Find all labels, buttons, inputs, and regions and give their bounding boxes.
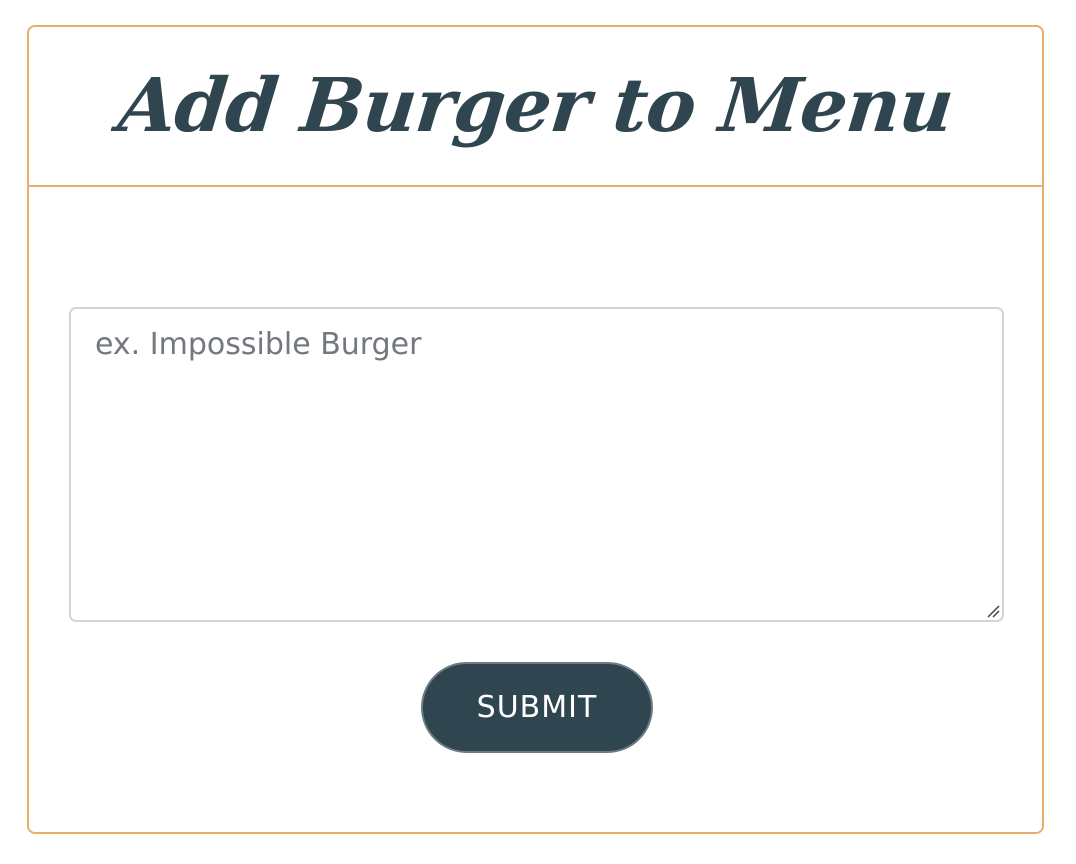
- submit-button[interactable]: SUBMIT: [421, 662, 653, 753]
- card-body: SUBMIT: [29, 187, 1042, 834]
- burger-name-input[interactable]: [69, 307, 1004, 622]
- card-header: Add Burger to Menu: [29, 27, 1042, 187]
- burger-input-wrapper: [69, 307, 1004, 622]
- resize-grip-icon[interactable]: [986, 604, 1000, 618]
- page-title: Add Burger to Menu: [114, 63, 957, 149]
- add-burger-card: Add Burger to Menu SUBMIT: [27, 25, 1044, 834]
